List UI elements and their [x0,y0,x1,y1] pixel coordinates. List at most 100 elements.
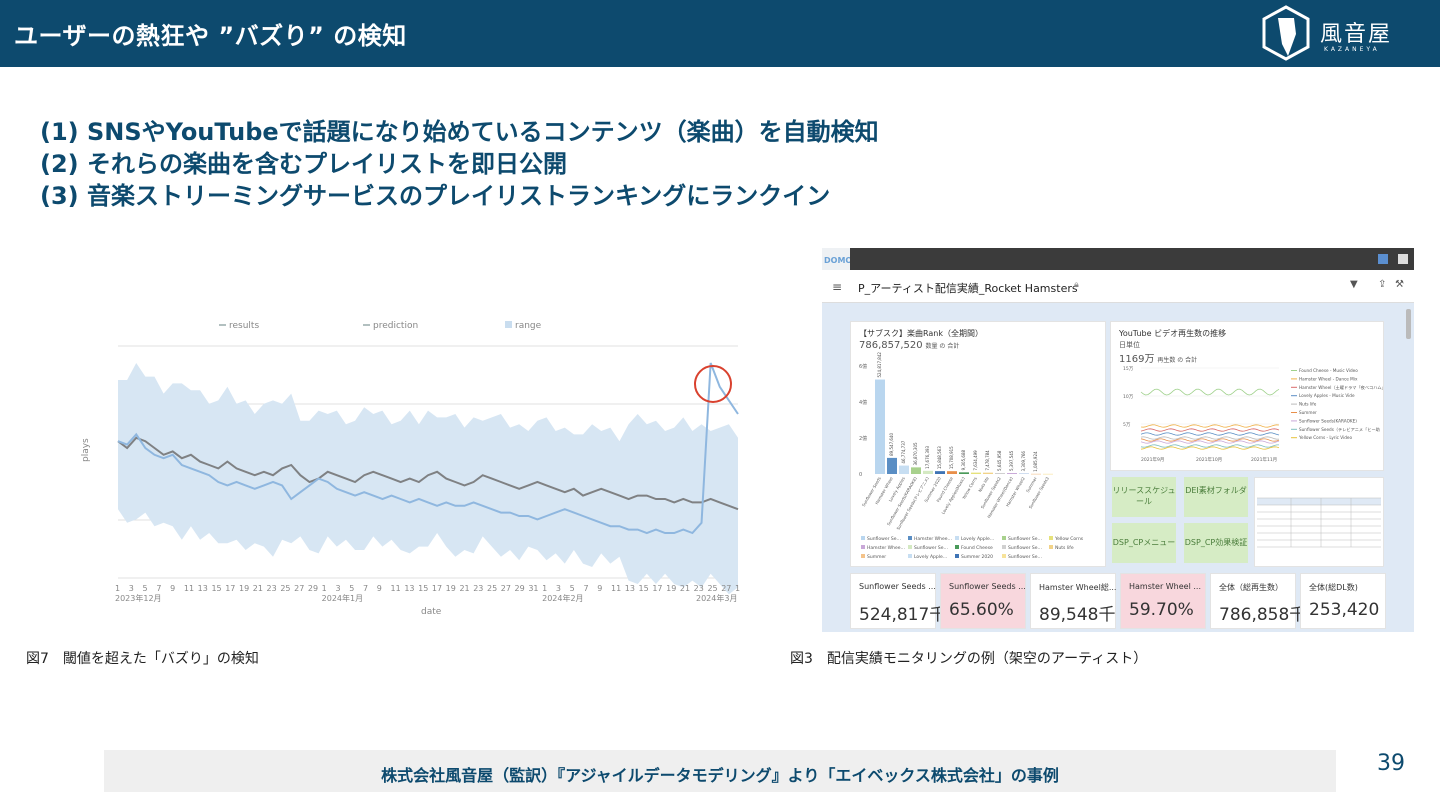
kpi-card: 全体(総DL数) 253,420 [1300,573,1386,629]
rank-bar [935,471,945,474]
point-3: (3) 音楽ストリーミングサービスのプレイリストランキングにランクイン [40,182,831,210]
rank-y-tick: 0 [859,472,862,478]
yt-series-line [1140,388,1280,396]
rank-legend-label: Yellow Corns [1054,536,1084,542]
rank-value-label: 5,645,958 [997,450,1002,471]
app-icon[interactable] [1378,254,1388,264]
legend-results: results [229,321,259,331]
rank-value-label: 3,309,766 [1021,451,1026,472]
x-tick-label: 27 [501,584,511,593]
menu-icon[interactable]: ≡ [832,280,842,294]
x-tick-label: 23 [267,584,277,593]
month-label: 2023年12月 [115,593,162,603]
rank-bar-chart: 6億4億2億0524,817,842Sunflower Seeds89,547,… [859,352,1084,560]
dsp-cp-effect-button[interactable]: DSP_CP効果検証 [1184,523,1248,563]
rank-bar [911,467,921,474]
yt-x-tick: 2021年9月 [1141,456,1164,463]
yt-legend-label: Summer [1299,410,1317,415]
release-schedule-button[interactable]: リリーススケジュール [1112,477,1176,517]
rank-bar [995,472,1005,474]
x-tick-label: 3 [129,584,134,593]
filter-icon[interactable]: ▼ [1350,279,1358,290]
domo-dashboard: DOMO ≡ P_アーティスト配信実績_Rocket Hamsters 🔒︎ ▼… [822,248,1414,632]
rank-bar [947,471,957,474]
rank-legend-swatch [955,536,959,540]
x-tick-label: 19 [239,584,249,593]
x-tick-label: 7 [363,584,368,593]
rank-legend-label: Hamster Whee… [914,536,952,542]
rank-legend-label: Lovely Apple… [961,536,994,542]
yt-series-line [1140,428,1280,432]
rank-bar [899,465,909,474]
figure3-caption: 図3 配信実績モニタリングの例（架空のアーティスト） [790,651,1148,667]
wrench-icon[interactable]: ⚒ [1395,279,1404,290]
scrollbar[interactable] [1406,309,1411,339]
dashboard-body: 【サブスク】楽曲Rank（全期間） 786,857,520 数量 の 合計 6億… [822,303,1414,632]
yt-legend-label: Nuts life [1299,402,1317,407]
rank-card: 【サブスク】楽曲Rank（全期間） 786,857,520 数量 の 合計 6億… [850,321,1106,567]
x-tick-label: 7 [583,584,588,593]
yt-x-tick: 2021年11月 [1251,456,1277,463]
x-tick-label: 31 [528,584,538,593]
yt-y-tick: 5万 [1123,422,1131,428]
dei-folder-button[interactable]: DEI素材フォルダ [1184,477,1248,517]
rank-legend-swatch [955,554,959,558]
rank-legend-label: Summer [867,554,886,560]
rank-legend-swatch [1049,545,1053,549]
rank-legend-swatch [861,536,865,540]
rank-legend-label: Sunflower Se… [1008,536,1042,542]
kpi-label: Hamster Wheel ... [1129,582,1201,591]
kpi-label: 全体（総再生数） [1219,583,1283,592]
source-text: 株式会社風音屋（監訳）『アジャイルデータモデリング』より「エイベックス株式会社」… [381,766,1059,785]
x-tick-label: 13 [625,584,635,593]
x-tick-label: 19 [446,584,456,593]
youtube-card: YouTube ビデオ再生数の推移 日単位 1169万 再生数 の 合計 15万… [1110,321,1384,471]
x-tick-label: 3 [556,584,561,593]
rank-legend-swatch [861,554,865,558]
rank-value-label: 15,708,915 [949,446,954,469]
rank-legend-label: Sunflower Se… [867,536,901,542]
kpi-value: 253,420 [1309,600,1380,620]
yt-legend-label: Sunflower Seeds(KARAOKE) [1299,418,1357,423]
month-label: 2024年1月 [322,593,363,603]
x-tick-label: 21 [253,584,263,593]
rank-value-label: 5,397,545 [1009,450,1014,471]
kpi-value: 786,858千 [1219,605,1307,625]
rank-legend-label: Sunflower Se… [914,545,948,551]
kpi-value: 65.60% [949,600,1014,620]
x-tick-label: 1 [115,584,120,593]
rank-legend-swatch [1002,545,1006,549]
rank-y-tick: 6億 [859,363,867,370]
rank-legend-swatch [908,545,912,549]
page-number: 39 [1377,751,1405,776]
kpi-card: Hamster Wheel ... 59.70% [1120,573,1206,629]
x-tick-label: 7 [156,584,161,593]
share-icon[interactable]: ⇪ [1378,279,1386,290]
rank-value-label: 46,774,737 [901,440,906,463]
x-tick-label: 13 [404,584,414,593]
kazaneya-emblem-icon [1262,5,1310,61]
yt-legend-label: Sunflower Seeds（テレビアニメ「ヒー助 [1299,426,1380,433]
legend-prediction: prediction [373,321,418,331]
rank-legend-label: Nuts life [1055,545,1074,551]
window-icon[interactable] [1398,254,1408,264]
dsp-cp-menu-button[interactable]: DSP_CPメニュー [1112,523,1176,563]
rank-value-label: 7,634,499 [973,450,978,471]
x-tick-label: 19 [666,584,676,593]
rank-value-label: 7,478,784 [985,450,990,471]
rank-legend-swatch [1002,554,1006,558]
x-tick-label: 5 [570,584,575,593]
x-tick-label: 23 [473,584,483,593]
buzz-detection-chart: results prediction range plays 1 3 5 7 9 11 13… [76,312,782,622]
summary-table-grid [1257,497,1381,548]
summary-table [1254,477,1384,567]
x-axis-label: date [421,607,442,617]
yt-legend-label: Hamster Wheel - Dance Mix [1299,376,1358,381]
rank-legend-label: Hamster Whee… [867,545,905,551]
rank-legend-label: Sunflower Se… [1008,545,1042,551]
x-tick-label: 9 [170,584,175,593]
rank-legend-label: Found Cheese [961,545,993,551]
rank-bar [1043,473,1053,475]
month-label: 2024年3月 [696,593,737,603]
rank-legend-swatch [955,545,959,549]
